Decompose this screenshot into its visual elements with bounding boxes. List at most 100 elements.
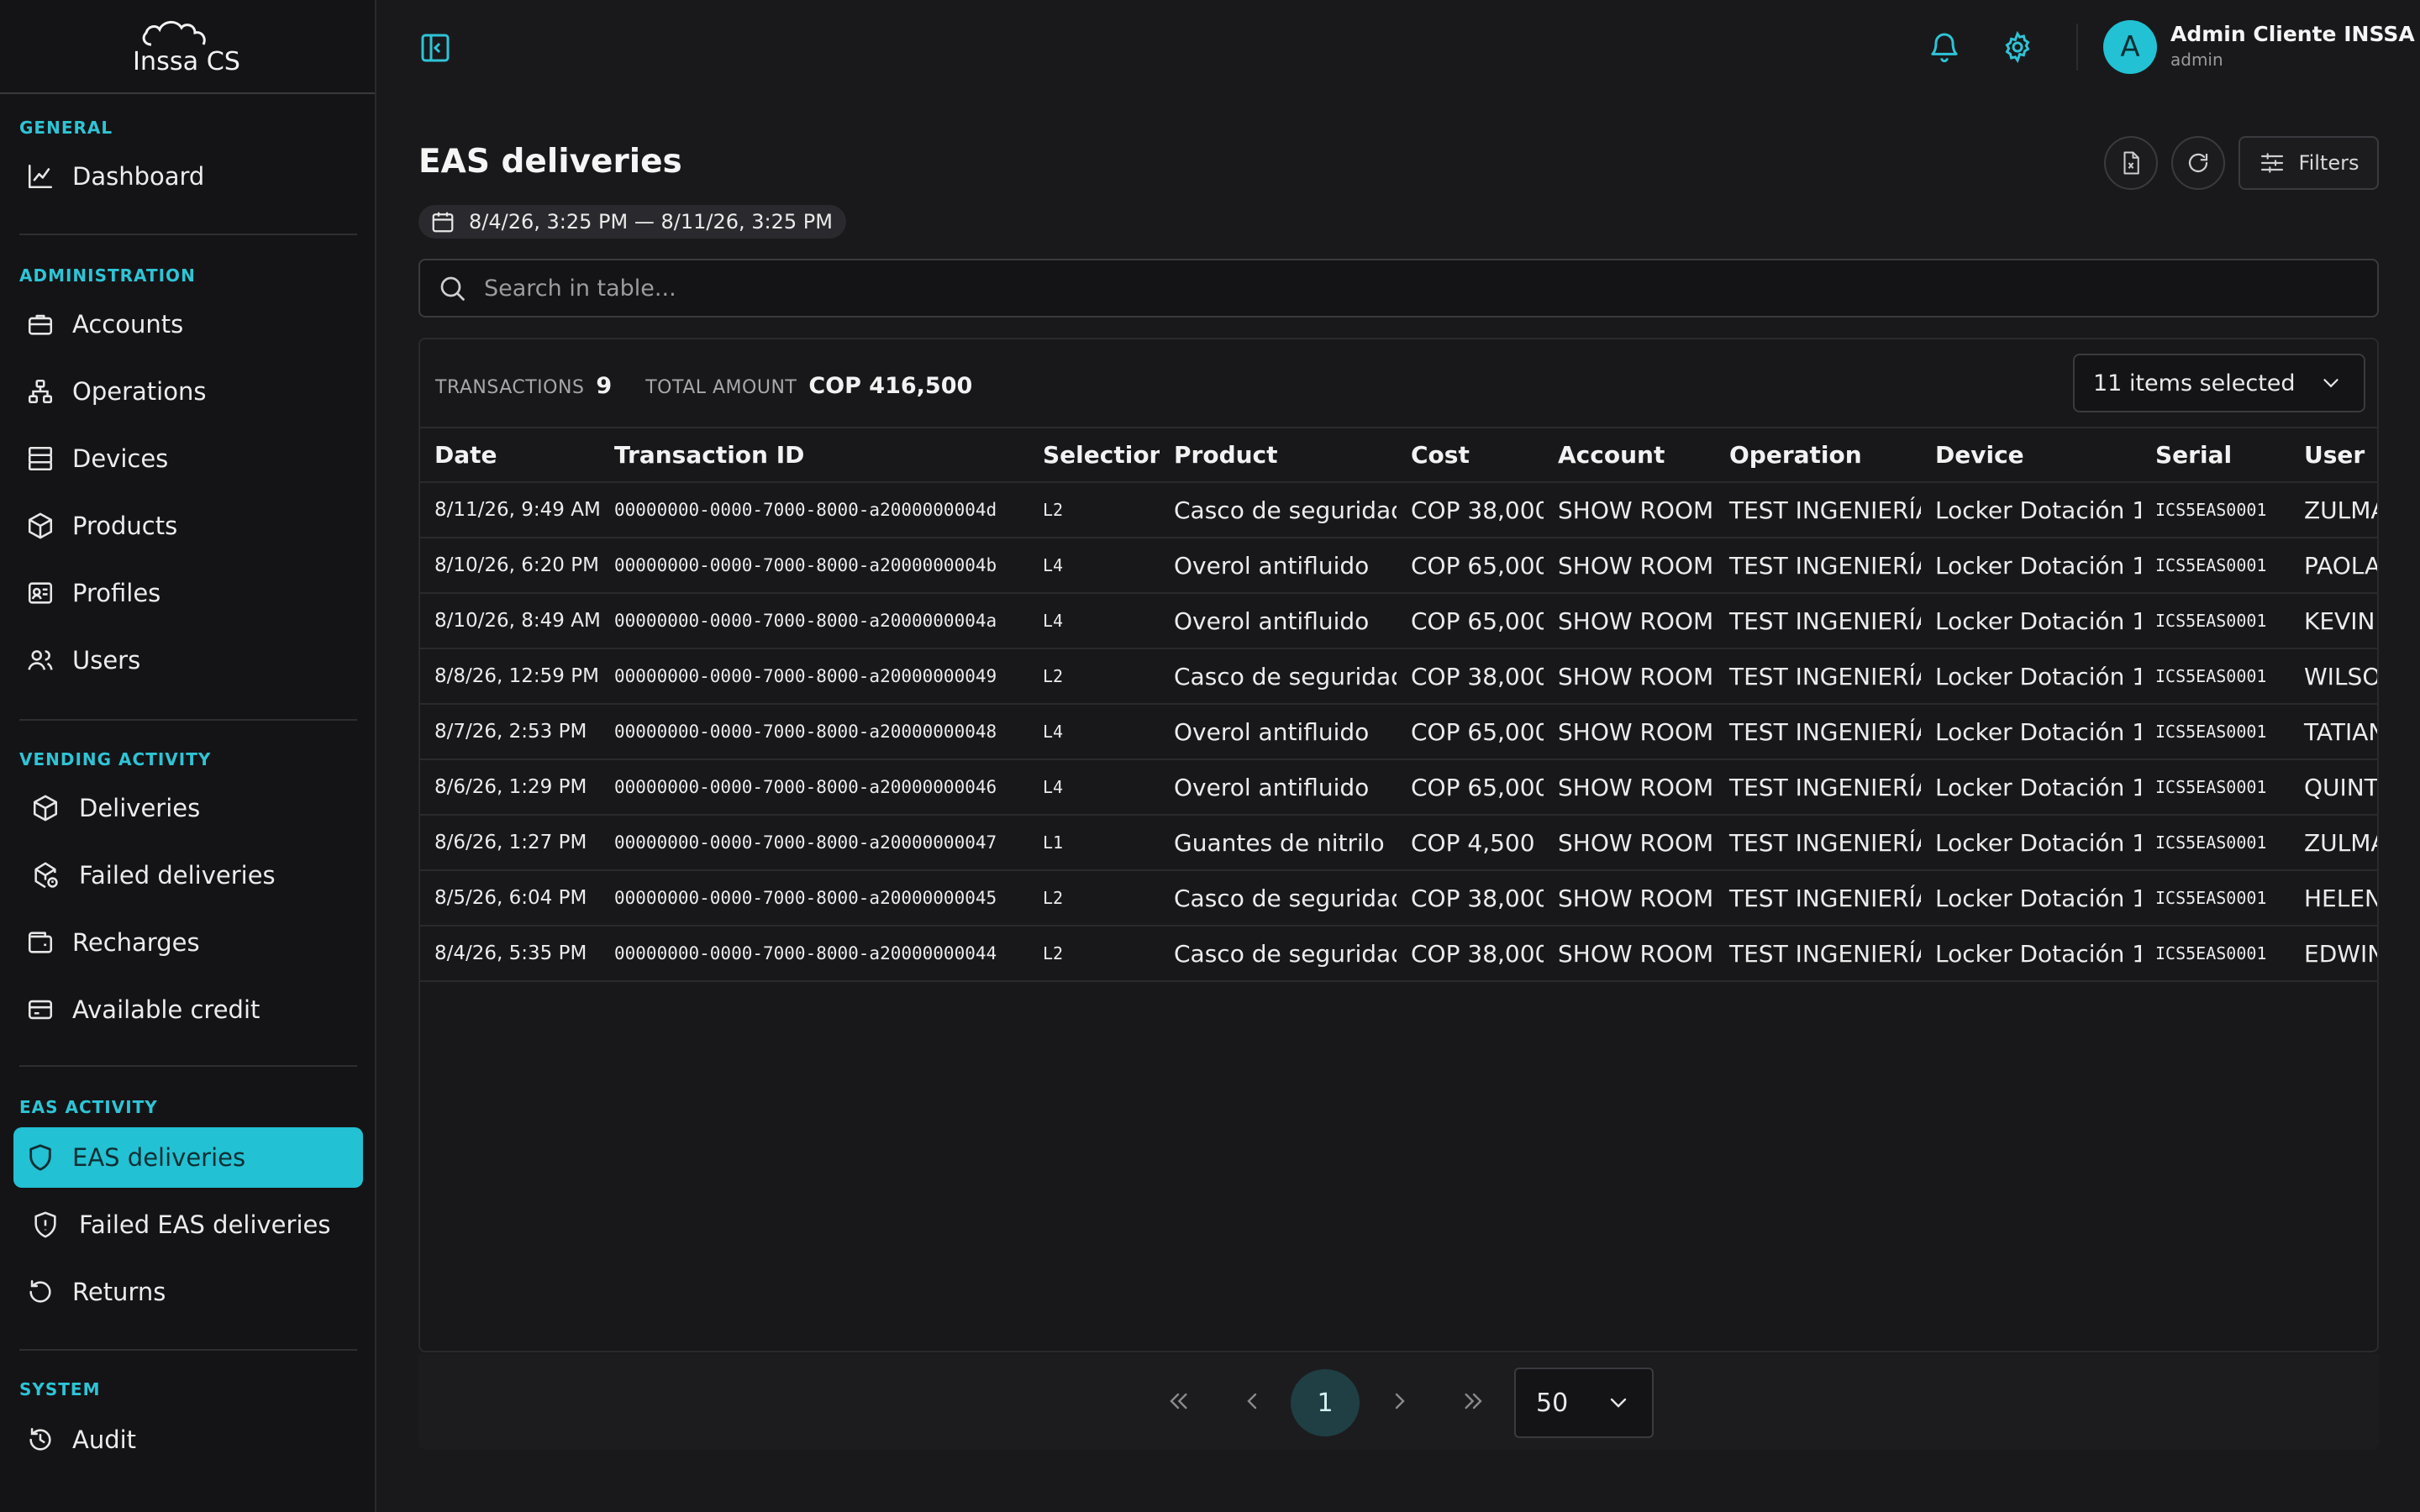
sidebar-item-audit[interactable]: Audit	[13, 1410, 363, 1470]
sidebar-item-recharges[interactable]: Recharges	[13, 912, 363, 973]
cell-device: Locker Dotación 1	[1921, 869, 2141, 926]
column-header[interactable]: Date	[420, 428, 600, 482]
sidebar-item-available-credit[interactable]: Available credit	[13, 979, 363, 1040]
cell-transaction-id: 00000000-0000-7000-8000-a2000000004d	[600, 481, 1028, 538]
chevron-right-icon	[1395, 1393, 1405, 1410]
cell-product: Overol antifluido	[1160, 537, 1397, 593]
column-header[interactable]: Product	[1160, 428, 1397, 482]
search-icon	[440, 276, 465, 301]
transactions-count: 9	[596, 373, 613, 399]
sidebar-item-returns[interactable]: Returns	[13, 1262, 363, 1322]
cell-selection: L1	[1028, 814, 1160, 870]
page-size-select[interactable]: 50	[1514, 1368, 1654, 1438]
nav-section-administration: Administration	[19, 265, 196, 286]
bell-icon[interactable]	[1928, 30, 1961, 64]
column-header[interactable]: Device	[1921, 428, 2141, 482]
user-role: admin	[2170, 50, 2223, 70]
cell-device: Locker Dotación 1	[1921, 814, 2141, 870]
filters-button[interactable]: Filters	[2238, 136, 2379, 190]
sidebar-item-dashboard[interactable]: Dashboard	[13, 146, 363, 207]
cell-account: SHOW ROOM	[1544, 925, 1715, 982]
sidebar-toggle-icon[interactable]	[418, 31, 452, 65]
search-input[interactable]	[484, 275, 2333, 302]
table-row[interactable]: 8/6/26, 1:29 PM 00000000-0000-7000-8000-…	[420, 759, 2377, 815]
sidebar-item-failed-eas-deliveries[interactable]: Failed EAS deliveries	[13, 1194, 363, 1255]
column-header[interactable]: Account	[1544, 428, 1715, 482]
sidebar-item-accounts[interactable]: Accounts	[13, 294, 363, 354]
users-icon	[24, 643, 57, 677]
date-range-text: 8/4/26, 3:25 PM — 8/11/26, 3:25 PM	[469, 210, 833, 234]
sidebar-item-label: Dashboard	[72, 162, 205, 191]
chart-line-icon	[24, 160, 57, 193]
column-header[interactable]: Selection	[1028, 428, 1160, 482]
cell-transaction-id: 00000000-0000-7000-8000-a20000000047	[600, 814, 1028, 870]
undo-icon	[24, 1275, 57, 1309]
sidebar-item-operations[interactable]: Operations	[13, 361, 363, 422]
logo[interactable]: Inssa CS	[0, 0, 375, 94]
sidebar-item-profiles[interactable]: Profiles	[13, 563, 363, 623]
next-page-button[interactable]	[1370, 1371, 1430, 1431]
transactions-table-card: TRANSACTIONS 9 TOTAL AMOUNT COP 416,500 …	[418, 338, 2379, 1352]
nav-section-system: System	[19, 1379, 101, 1399]
sidebar-item-devices[interactable]: Devices	[13, 428, 363, 489]
chevrons-right-icon	[1465, 1393, 1482, 1410]
cell-device: Locker Dotación 1	[1921, 592, 2141, 648]
package-icon	[29, 791, 62, 825]
cell-product: Casco de seguridad	[1160, 648, 1397, 704]
cell-date: 8/10/26, 8:49 AM	[420, 592, 600, 648]
server-icon	[24, 442, 57, 475]
cell-selection: L4	[1028, 703, 1160, 759]
column-header[interactable]: Cost	[1397, 428, 1544, 482]
sidebar-item-products[interactable]: Products	[13, 496, 363, 556]
last-page-button[interactable]	[1444, 1371, 1504, 1431]
gear-icon[interactable]	[2001, 30, 2034, 64]
table-row[interactable]: 8/4/26, 5:35 PM 00000000-0000-7000-8000-…	[420, 925, 2377, 982]
sidebar-item-deliveries[interactable]: Deliveries	[13, 778, 363, 838]
cell-device: Locker Dotación 1	[1921, 703, 2141, 759]
cell-selection: L2	[1028, 648, 1160, 704]
sidebar-item-label: Operations	[72, 377, 207, 406]
sidebar-item-label: Audit	[72, 1425, 137, 1454]
sidebar-item-users[interactable]: Users	[13, 630, 363, 690]
history-icon	[24, 1423, 57, 1457]
export-excel-button[interactable]	[2104, 136, 2158, 190]
sidebar-item-eas-deliveries[interactable]: EAS deliveries	[13, 1127, 363, 1188]
date-range-chip[interactable]: 8/4/26, 3:25 PM — 8/11/26, 3:25 PM	[418, 205, 846, 239]
table-row[interactable]: 8/7/26, 2:53 PM 00000000-0000-7000-8000-…	[420, 703, 2377, 759]
nav-section-general: General	[19, 118, 113, 138]
column-header[interactable]: Transaction ID	[600, 428, 1028, 482]
table-row[interactable]: 8/8/26, 12:59 PM 00000000-0000-7000-8000…	[420, 648, 2377, 704]
inssa-cs-logo: Inssa CS	[133, 21, 240, 76]
sidebar-item-failed-deliveries[interactable]: Failed deliveries	[13, 845, 363, 906]
cell-serial: ICS5EAS0001	[2141, 481, 2290, 538]
table-row[interactable]: 8/11/26, 9:49 AM 00000000-0000-7000-8000…	[420, 481, 2377, 538]
first-page-button[interactable]	[1148, 1371, 1208, 1431]
nav-section-vending-activity: Vending activity	[19, 749, 212, 769]
avatar[interactable]: A	[2103, 20, 2157, 74]
sidebar-item-label: Deliveries	[79, 794, 201, 822]
cell-transaction-id: 00000000-0000-7000-8000-a2000000004a	[600, 592, 1028, 648]
page-size-value: 50	[1536, 1388, 1569, 1418]
cell-user: TATIANA	[2290, 703, 2377, 759]
previous-page-button[interactable]	[1222, 1371, 1282, 1431]
cell-operation: TEST INGENIERÍA	[1715, 648, 1921, 704]
column-header[interactable]: User	[2290, 428, 2377, 482]
table-row[interactable]: 8/10/26, 8:49 AM 00000000-0000-7000-8000…	[420, 592, 2377, 648]
columns-select[interactable]: 11 items selected	[2073, 354, 2365, 412]
user-name[interactable]: Admin Cliente INSSA	[2170, 22, 2415, 46]
cell-account: SHOW ROOM	[1544, 814, 1715, 870]
refresh-button[interactable]	[2171, 136, 2225, 190]
cell-device: Locker Dotación 1	[1921, 925, 2141, 982]
table-row[interactable]: 8/10/26, 6:20 PM 00000000-0000-7000-8000…	[420, 537, 2377, 593]
cell-user: ZULMA	[2290, 814, 2377, 870]
sidebar-item-label: EAS deliveries	[72, 1143, 246, 1172]
cell-selection: L2	[1028, 925, 1160, 982]
cell-date: 8/8/26, 12:59 PM	[420, 648, 600, 704]
sidebar-item-label: Failed EAS deliveries	[79, 1210, 331, 1239]
network-icon	[24, 375, 57, 408]
table-row[interactable]: 8/6/26, 1:27 PM 00000000-0000-7000-8000-…	[420, 814, 2377, 870]
column-header[interactable]: Operation	[1715, 428, 1921, 482]
page-button-current[interactable]: 1	[1291, 1369, 1360, 1436]
table-row[interactable]: 8/5/26, 6:04 PM 00000000-0000-7000-8000-…	[420, 869, 2377, 926]
column-header[interactable]: Serial	[2141, 428, 2290, 482]
